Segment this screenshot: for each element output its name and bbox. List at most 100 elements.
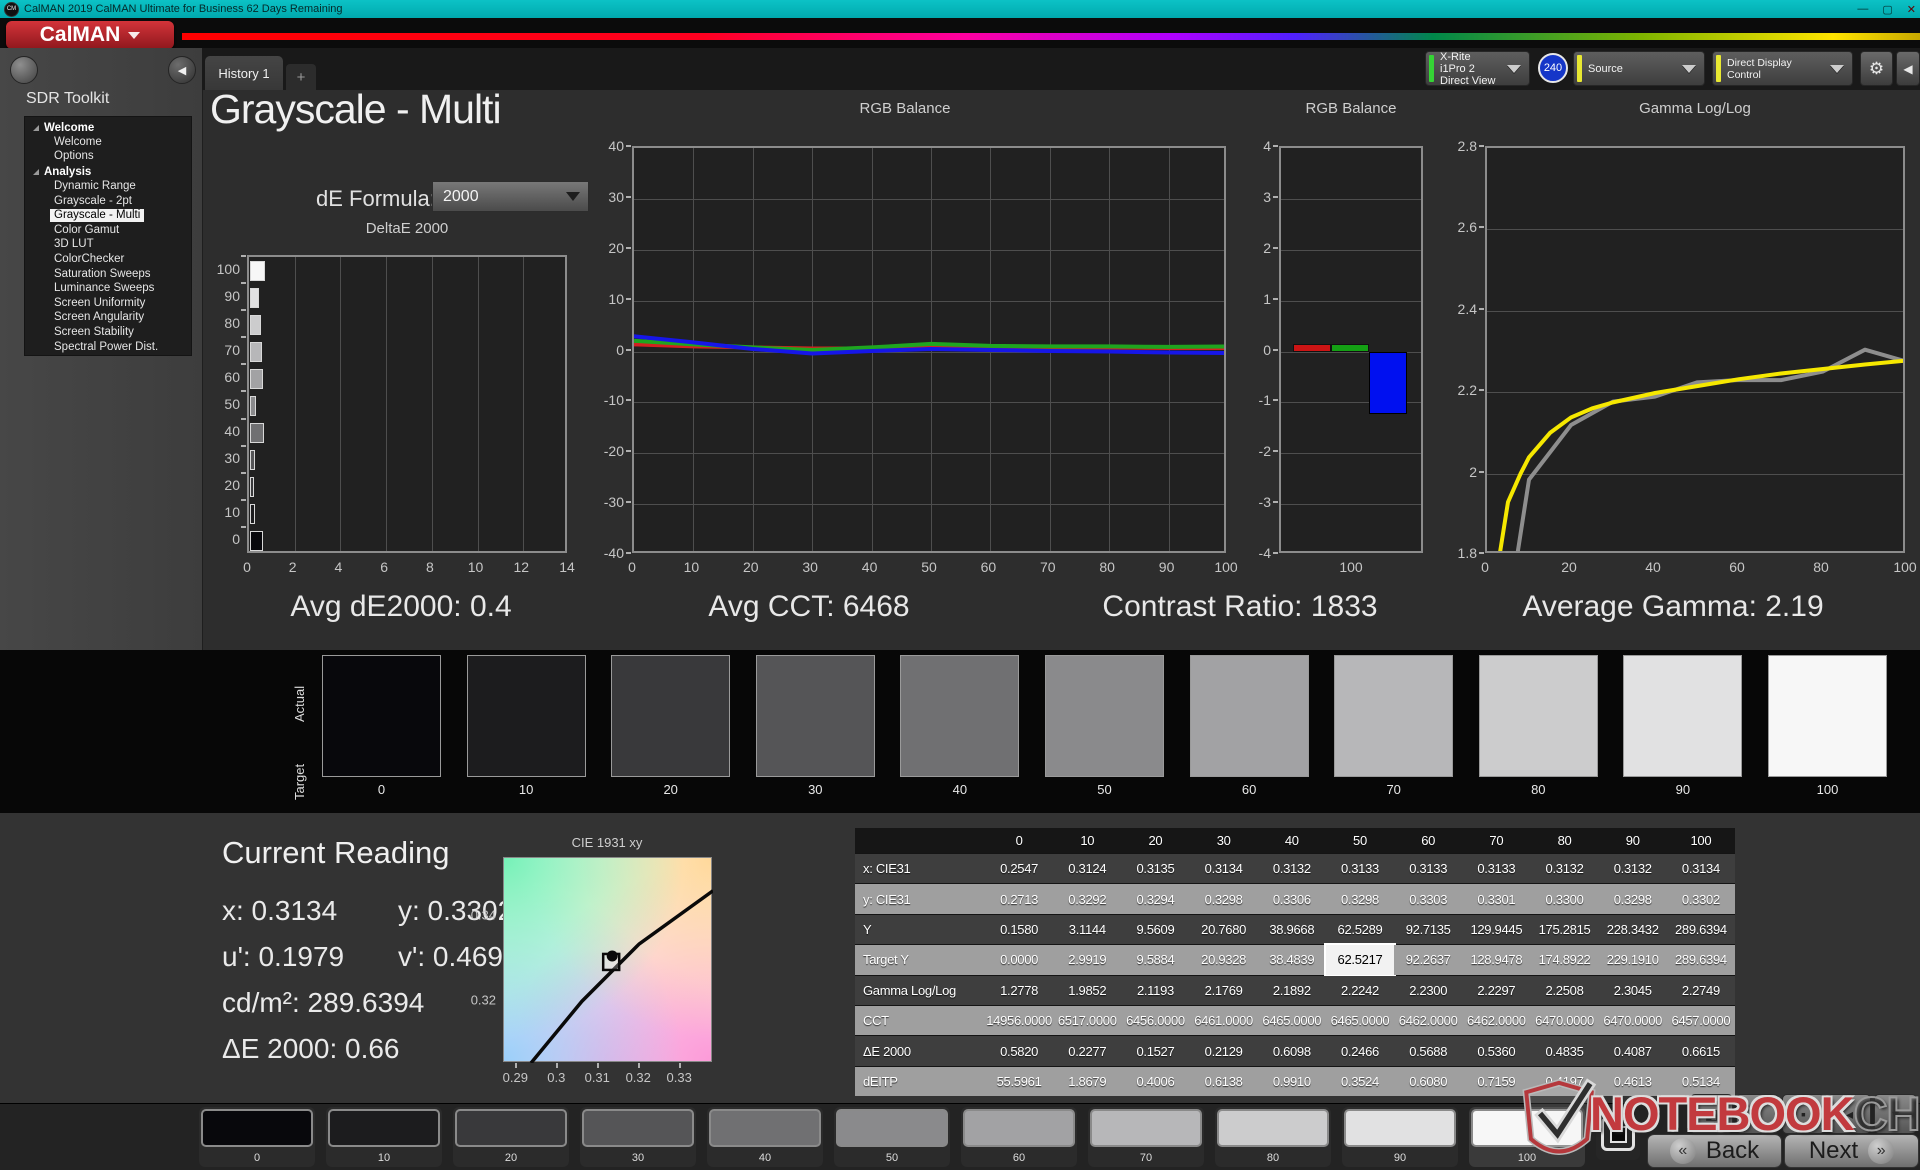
table-cell: 6457.0000 xyxy=(1666,1005,1735,1036)
pattern-icon xyxy=(1601,1117,1635,1151)
meter-mode: Direct View xyxy=(1440,74,1496,87)
table-cell: 129.9445 xyxy=(1462,914,1531,945)
table-row-label: Gamma Log/Log xyxy=(855,975,985,1005)
source-dropdown[interactable]: Source xyxy=(1573,51,1705,86)
level-button-color xyxy=(1090,1109,1202,1147)
table-cell: 0.6615 xyxy=(1666,1036,1735,1066)
de-formula-dropdown[interactable]: 2000 xyxy=(432,181,589,212)
luminance-badge[interactable]: 240 xyxy=(1538,53,1568,83)
mini-button-3[interactable]: ◂ xyxy=(1828,1094,1871,1134)
level-button-90[interactable]: 90 xyxy=(1342,1107,1458,1167)
sidebar-group-welcome[interactable]: Welcome xyxy=(25,120,191,135)
level-button-50[interactable]: 50 xyxy=(834,1107,950,1167)
axis-tick xyxy=(626,348,631,351)
sidebar-item-colorchecker[interactable]: ColorChecker xyxy=(25,252,191,267)
level-button-0[interactable]: 0 xyxy=(199,1107,315,1167)
table-cell: 6462.0000 xyxy=(1462,1005,1531,1036)
sidebar-item-luminance-sweeps[interactable]: Luminance Sweeps xyxy=(25,281,191,296)
level-button-20[interactable]: 20 xyxy=(453,1107,569,1167)
axis-tick xyxy=(1273,501,1278,504)
table-cell: 0.3301 xyxy=(1462,884,1531,914)
page-title: Grayscale - Multi xyxy=(210,86,502,132)
sidebar-item-grayscale-multi[interactable]: Grayscale - Multi xyxy=(25,208,191,223)
level-button-60[interactable]: 60 xyxy=(961,1107,1077,1167)
app-icon: CM xyxy=(4,1,19,17)
sidebar-item-dynamic-range[interactable]: Dynamic Range xyxy=(25,179,191,194)
table-cell: 2.1193 xyxy=(1121,975,1190,1005)
axis-tick-label: 8 xyxy=(425,559,434,575)
axis-tick-label: 1.8 xyxy=(1457,545,1477,561)
mini-button-0[interactable]: ◧ xyxy=(1690,1094,1733,1134)
minimize-button[interactable]: — xyxy=(1857,3,1868,15)
table-cell: 289.6394 xyxy=(1666,914,1735,945)
sidebar-collapse-button[interactable]: ◀ xyxy=(168,56,196,84)
sidebar-item-screen-uniformity[interactable]: Screen Uniformity xyxy=(25,296,191,311)
back-button[interactable]: « Back xyxy=(1647,1134,1782,1168)
tab-history-1[interactable]: History 1 xyxy=(205,56,283,90)
axis-tick xyxy=(1479,470,1484,473)
table-cell: 2.1769 xyxy=(1189,975,1258,1005)
settings-button[interactable]: ⚙ xyxy=(1860,51,1893,86)
level-button-40[interactable]: 40 xyxy=(707,1107,823,1167)
mini-button-4[interactable]: ▾ xyxy=(1874,1094,1917,1134)
maximize-button[interactable]: ▢ xyxy=(1882,3,1892,16)
axis-tick xyxy=(626,399,631,402)
sidebar-item-options[interactable]: Options xyxy=(25,150,191,165)
axis-tick-label: 30 xyxy=(802,559,818,575)
axis-tick-label: 10 xyxy=(683,559,700,575)
level-button-color xyxy=(328,1109,440,1147)
axis-tick xyxy=(1479,307,1484,310)
table-header-60: 60 xyxy=(1394,828,1463,853)
axis-tick xyxy=(1273,552,1278,554)
sidebar-item-screen-stability[interactable]: Screen Stability xyxy=(25,325,191,340)
axis-tick xyxy=(679,1063,682,1068)
axis-tick-label: 2.4 xyxy=(1457,300,1477,317)
deltae-chart xyxy=(247,255,567,553)
rgb-line-chart-title: RGB Balance xyxy=(859,100,951,117)
axis-tick-label: 100 xyxy=(1339,559,1363,575)
gray-swatch-20 xyxy=(611,655,731,777)
next-button[interactable]: Next » xyxy=(1784,1134,1919,1168)
display-control-dropdown[interactable]: Direct Display Control xyxy=(1712,51,1853,86)
level-button-10[interactable]: 10 xyxy=(326,1107,442,1167)
level-button-70[interactable]: 70 xyxy=(1088,1107,1204,1167)
mini-button-2[interactable]: ▪ xyxy=(1782,1094,1825,1134)
sidebar-group-analysis[interactable]: Analysis xyxy=(25,164,191,179)
axis-tick xyxy=(556,1063,559,1068)
axis-tick xyxy=(1273,297,1278,300)
axis-tick-label: 90 xyxy=(1158,559,1175,575)
axis-tick-label: 2.8 xyxy=(1457,138,1477,154)
sidebar-item-welcome[interactable]: Welcome xyxy=(25,135,191,150)
close-button[interactable]: ✕ xyxy=(1907,3,1916,16)
sidebar-item-grayscale-2pt[interactable]: Grayscale - 2pt xyxy=(25,194,191,209)
panel-collapse-button[interactable]: ◀ xyxy=(1896,51,1920,86)
gray-swatch-label-20: 20 xyxy=(663,782,678,797)
sidebar-item-color-gamut[interactable]: Color Gamut xyxy=(25,223,191,238)
axis-tick-label: -30 xyxy=(603,494,624,511)
table-header-10: 10 xyxy=(1053,828,1122,853)
gamma-chart xyxy=(1485,146,1905,553)
collapse-triangle-icon xyxy=(33,168,39,175)
pattern-window-button[interactable] xyxy=(1596,1108,1640,1160)
axis-tick-label: 2 xyxy=(288,559,297,575)
axis-tick-label: 4 xyxy=(1263,138,1271,154)
calman-logo-menu[interactable]: CalMAN xyxy=(6,21,174,49)
axis-tick-label: 70 xyxy=(1040,559,1056,575)
axis-tick xyxy=(241,309,246,312)
level-button-80[interactable]: 80 xyxy=(1215,1107,1331,1167)
level-button-30[interactable]: 30 xyxy=(580,1107,696,1167)
sidebar-item-screen-angularity[interactable]: Screen Angularity xyxy=(25,311,191,326)
rgbbar-green xyxy=(1331,343,1369,352)
level-button-100[interactable]: 100 xyxy=(1469,1107,1585,1167)
sidebar-item-saturation-sweeps[interactable]: Saturation Sweeps xyxy=(25,267,191,282)
table-cell: 0.2466 xyxy=(1325,1036,1395,1066)
meter-dropdown[interactable]: X-Rite i1Pro 2 Direct View xyxy=(1425,51,1530,87)
sidebar-item-spectral-power-dist-[interactable]: Spectral Power Dist. xyxy=(25,340,191,355)
axis-tick-label: 6 xyxy=(380,559,389,575)
workflow-options-button[interactable] xyxy=(10,56,38,84)
axis-tick-label: -4 xyxy=(1258,545,1271,561)
table-cell: 0.3132 xyxy=(1530,854,1599,884)
level-button-color xyxy=(582,1109,694,1147)
sidebar-item-3d-lut[interactable]: 3D LUT xyxy=(25,238,191,253)
mini-button-1[interactable]: ▸ xyxy=(1736,1094,1779,1134)
